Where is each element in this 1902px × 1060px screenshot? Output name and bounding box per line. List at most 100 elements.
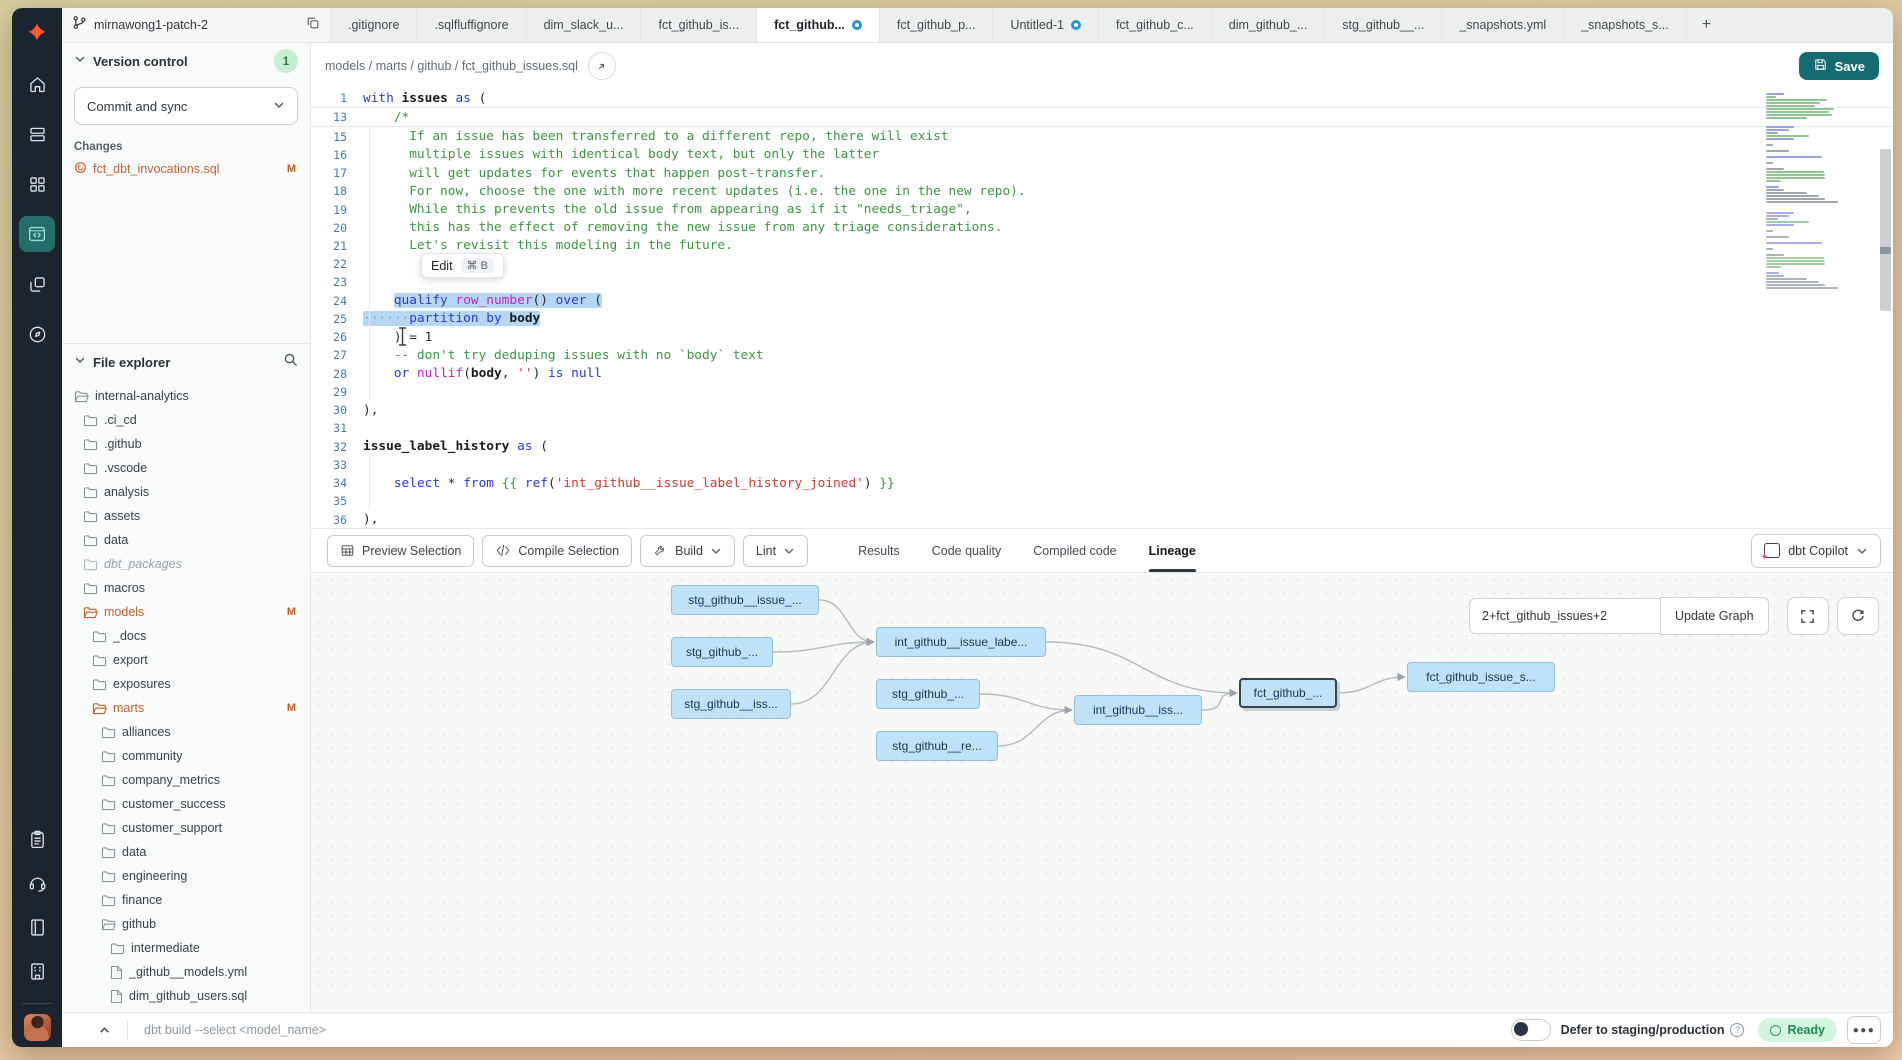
organization-icon[interactable]	[19, 953, 55, 989]
tab-fct-github-is[interactable]: fct_github_is...	[641, 8, 757, 42]
code-line[interactable]: 20 this has the effect of removing the n…	[311, 219, 1893, 237]
tree-item-alliances[interactable]: alliances	[62, 720, 310, 744]
environments-stack-icon[interactable]	[19, 116, 55, 152]
code-editor-icon[interactable]	[19, 216, 55, 252]
explore-compass-icon[interactable]	[19, 316, 55, 352]
tab-snapshots-s[interactable]: _snapshots_s...	[1564, 8, 1687, 42]
expand-panel-button[interactable]	[98, 1024, 111, 1037]
branch-indicator[interactable]: mirnawong1-patch-2	[62, 8, 331, 42]
home-icon[interactable]	[19, 66, 55, 102]
tree-item-customer-success[interactable]: customer_success	[62, 792, 310, 816]
tab-untitled-1[interactable]: Untitled-1	[993, 8, 1099, 42]
tree-item-exposures[interactable]: exposures	[62, 672, 310, 696]
tree-item-docs[interactable]: _docs	[62, 624, 310, 648]
tree-item-internal-analytics[interactable]: internal-analytics	[62, 384, 310, 408]
copy-branch-icon[interactable]	[306, 16, 320, 35]
lineage-node-int-github-iss[interactable]: int_github__iss...	[1074, 695, 1202, 725]
code-line[interactable]: 13 /*	[311, 108, 1893, 127]
tree-item-dim-github-users-sql[interactable]: dim_github_users.sql	[62, 984, 310, 1008]
code-line[interactable]: 28 or nullif(body, '') is null	[311, 365, 1893, 383]
code-line[interactable]: 36),	[311, 510, 1893, 528]
lineage-selector-input[interactable]	[1469, 598, 1660, 634]
tab-dim-slack-u[interactable]: dim_slack_u...	[527, 8, 642, 42]
tab-fct-github-p[interactable]: fct_github_p...	[880, 8, 994, 42]
compile-selection-button[interactable]: Compile Selection	[482, 535, 632, 567]
code-line[interactable]: 34 select * from {{ ref('int_github__iss…	[311, 474, 1893, 492]
tree-item-github[interactable]: github	[62, 912, 310, 936]
edit-popup-label[interactable]: Edit	[431, 259, 453, 273]
file-explorer-header[interactable]: File explorer	[62, 344, 310, 380]
tree-item-analysis[interactable]: analysis	[62, 480, 310, 504]
code-line[interactable]: 23	[311, 273, 1893, 291]
lineage-panel[interactable]: Update Graph stg_github__issue_... stg_gi…	[311, 572, 1893, 1012]
preview-selection-button[interactable]: Preview Selection	[327, 535, 474, 567]
code-line[interactable]: 31	[311, 419, 1893, 437]
tab-results[interactable]: Results	[858, 529, 900, 572]
tasks-clipboard-icon[interactable]	[19, 821, 55, 857]
tab-stg-github[interactable]: stg_github__...	[1325, 8, 1442, 42]
code-line[interactable]: 32issue_label_history as (	[311, 437, 1893, 455]
tab-fct-github-c[interactable]: fct_github_c...	[1099, 8, 1212, 42]
code-line[interactable]: 29	[311, 383, 1893, 401]
version-control-header[interactable]: Version control 1	[62, 43, 310, 79]
dbt-logo-icon[interactable]	[19, 16, 55, 52]
tree-item-models[interactable]: modelsM	[62, 600, 310, 624]
code-line[interactable]: 30),	[311, 401, 1893, 419]
lineage-node-int-github-issue-labe[interactable]: int_github__issue_labe...	[876, 627, 1046, 657]
tab-compiled-code[interactable]: Compiled code	[1033, 529, 1116, 572]
tab-dim-github[interactable]: dim_github_...	[1212, 8, 1326, 42]
changed-file-item[interactable]: fct_dbt_invocations.sqlM	[62, 158, 310, 180]
code-editor[interactable]: 1with issues as (13 /*15 If an issue has…	[311, 89, 1893, 528]
tree-item-github[interactable]: .github	[62, 432, 310, 456]
lineage-node-stg-github[interactable]: stg_github_...	[876, 679, 980, 709]
tab-lineage[interactable]: Lineage	[1149, 529, 1196, 572]
code-line[interactable]: 33	[311, 456, 1893, 474]
tree-item-assets[interactable]: assets	[62, 504, 310, 528]
lineage-node-stg-github-iss[interactable]: stg_github__iss...	[671, 689, 791, 719]
overflow-menu-button[interactable]: ●●●	[1847, 1016, 1881, 1044]
code-line[interactable]: 15 If an issue has been transferred to a…	[311, 127, 1893, 145]
tree-item-macros[interactable]: macros	[62, 576, 310, 600]
external-link-icon[interactable]	[588, 52, 616, 80]
code-line[interactable]: 22	[311, 255, 1893, 273]
tree-item-export[interactable]: export	[62, 648, 310, 672]
compare-branches-icon[interactable]	[19, 266, 55, 302]
apps-grid-icon[interactable]	[19, 166, 55, 202]
build-button[interactable]: Build	[640, 535, 735, 567]
tree-item-customer-support[interactable]: customer_support	[62, 816, 310, 840]
code-line[interactable]: 26 ) = 1	[311, 328, 1893, 346]
lineage-node-stg-github-re[interactable]: stg_github__re...	[876, 731, 998, 761]
dbt-copilot-button[interactable]: dbt Copilot	[1751, 534, 1881, 568]
commit-and-sync-button[interactable]: Commit and sync	[74, 87, 298, 125]
edit-popup[interactable]: Edit ⌘ B	[421, 253, 504, 278]
code-line[interactable]: 25······partition by body	[311, 310, 1893, 328]
tree-item-data[interactable]: data	[62, 528, 310, 552]
tree-item-company-metrics[interactable]: company_metrics	[62, 768, 310, 792]
code-line[interactable]: 21 Let's revisit this modeling in the fu…	[311, 237, 1893, 255]
tree-item-ci-cd[interactable]: .ci_cd	[62, 408, 310, 432]
lint-button[interactable]: Lint	[743, 535, 808, 567]
tab-sqlfluffignore[interactable]: .sqlfluffignore	[417, 8, 526, 42]
code-line[interactable]: 24 qualify row_number() over (	[311, 292, 1893, 310]
chevron-down-icon[interactable]	[273, 99, 285, 114]
minimap[interactable]	[1766, 93, 1846, 290]
fullscreen-button[interactable]	[1787, 597, 1829, 635]
code-line[interactable]: 1with issues as (	[311, 89, 1893, 108]
tree-item-finance[interactable]: finance	[62, 888, 310, 912]
editor-scrollbar[interactable]	[1880, 149, 1891, 311]
tree-item-data[interactable]: data	[62, 840, 310, 864]
tree-item-marts[interactable]: martsM	[62, 696, 310, 720]
code-line[interactable]: 16 multiple issues with identical body t…	[311, 146, 1893, 164]
lineage-node-stg-github[interactable]: stg_github_...	[671, 637, 773, 667]
save-button[interactable]: Save	[1799, 52, 1879, 80]
lineage-node-stg-github-issue[interactable]: stg_github__issue_...	[671, 585, 819, 615]
tree-item-vscode[interactable]: .vscode	[62, 456, 310, 480]
new-tab-button[interactable]: +	[1687, 8, 1726, 42]
tab-fct-github[interactable]: fct_github...	[757, 8, 880, 42]
update-graph-button[interactable]: Update Graph	[1660, 597, 1769, 635]
tab-code-quality[interactable]: Code quality	[932, 529, 1002, 572]
docs-book-icon[interactable]	[19, 909, 55, 945]
tree-item-dbt-packages[interactable]: dbt_packages	[62, 552, 310, 576]
defer-toggle[interactable]	[1511, 1019, 1551, 1041]
ready-status-badge[interactable]: Ready	[1758, 1018, 1837, 1042]
